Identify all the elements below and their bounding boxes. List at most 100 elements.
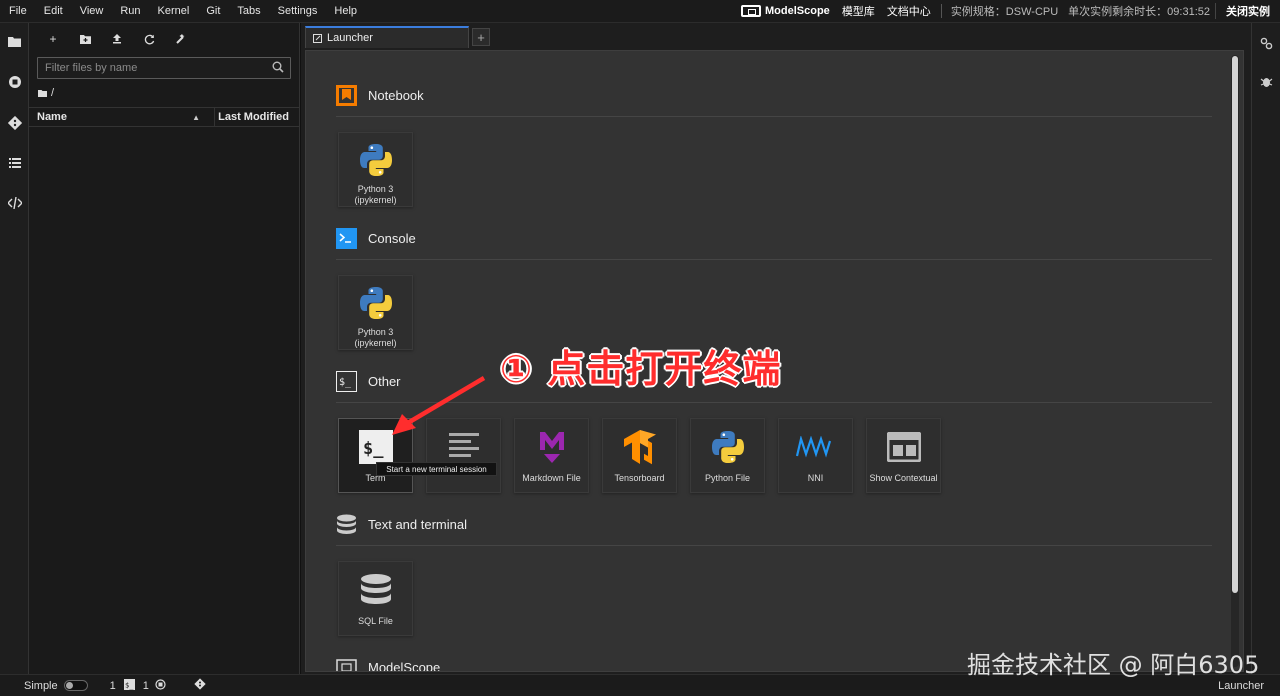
file-browser: + / Name ▲ Last Modified xyxy=(29,23,300,674)
card-show-contextual[interactable]: Show Contextual xyxy=(866,418,941,493)
annotation-arrow xyxy=(392,376,486,435)
kernel-status-icon xyxy=(155,678,166,693)
python-icon xyxy=(356,284,396,321)
card-label: Python File xyxy=(704,473,751,483)
card-label: NNI xyxy=(807,473,824,483)
menu-bar: File Edit View Run Kernel Git Tabs Setti… xyxy=(0,0,1280,23)
svg-text:$_: $_ xyxy=(125,681,134,689)
scrollbar-thumb[interactable] xyxy=(1232,56,1238,593)
name-column-header[interactable]: Name ▲ xyxy=(29,108,215,126)
file-list-header: Name ▲ Last Modified xyxy=(29,107,299,127)
card-sql-file[interactable]: SQL File xyxy=(338,561,413,636)
running-icon[interactable] xyxy=(6,73,23,90)
divider xyxy=(940,4,942,18)
remaining-time: 单次实例剩余时长：09:31:52 xyxy=(1068,6,1210,18)
python-icon xyxy=(356,141,396,178)
menu-run[interactable]: Run xyxy=(111,0,148,23)
card-label: Tensorboard xyxy=(614,473,665,483)
instance-spec: 实例规格：DSW-CPU xyxy=(950,6,1059,18)
tab-label: Launcher xyxy=(327,32,373,44)
python-icon xyxy=(708,427,748,467)
git-icon[interactable] xyxy=(6,114,23,131)
card-console-python3[interactable]: Python 3 (ipykernel) xyxy=(338,275,413,350)
terminal-status-icon: $_ xyxy=(123,678,135,693)
section-notebook: Notebook xyxy=(336,85,424,106)
menu-file[interactable]: File xyxy=(0,0,35,23)
card-notebook-python3[interactable]: Python 3 (ipykernel) xyxy=(338,132,413,207)
sort-caret-icon: ▲ xyxy=(192,113,200,122)
annotation-text: ① 点击打开终端 xyxy=(500,347,782,391)
model-hub-link[interactable]: 模型库 xyxy=(836,3,881,19)
card-tensorboard[interactable]: Tensorboard xyxy=(602,418,677,493)
terminal-tooltip: Start a new terminal session xyxy=(376,462,497,476)
file-toolbar: + xyxy=(29,29,299,49)
menu-kernel[interactable]: Kernel xyxy=(149,0,198,23)
git-clone-button[interactable] xyxy=(171,29,191,49)
menu-tabs[interactable]: Tabs xyxy=(228,0,268,23)
markdown-icon xyxy=(532,427,572,467)
card-python-file[interactable]: Python File xyxy=(690,418,765,493)
section-divider xyxy=(336,259,1212,260)
git-status-icon[interactable] xyxy=(194,678,206,693)
search-icon xyxy=(272,61,284,73)
new-folder-button[interactable] xyxy=(75,29,95,49)
plus-icon: + xyxy=(477,29,485,45)
section-title-label: Console xyxy=(368,231,416,246)
top-right-bar: ModelScope 模型库 文档中心 实例规格：DSW-CPU 单次实例剩余时… xyxy=(735,0,1280,23)
brand-name: ModelScope xyxy=(765,5,830,17)
card-label: Markdown File xyxy=(522,473,581,483)
right-sidebar xyxy=(1251,23,1280,674)
breadcrumb-root: / xyxy=(51,87,55,99)
card-label: Python 3 (ipykernel) xyxy=(354,327,397,348)
simple-mode-toggle[interactable] xyxy=(63,680,88,691)
section-text-and-terminal: Text and terminal xyxy=(336,514,467,535)
toc-icon[interactable] xyxy=(6,154,23,171)
filter-files-input[interactable] xyxy=(38,58,258,78)
menu-git[interactable]: Git xyxy=(197,0,228,23)
nni-icon xyxy=(795,427,836,467)
property-inspector-icon[interactable] xyxy=(1258,35,1275,52)
section-title-label: Notebook xyxy=(368,88,424,103)
database-icon xyxy=(336,514,357,535)
upload-button[interactable] xyxy=(107,29,127,49)
new-launcher-button[interactable]: + xyxy=(43,29,63,49)
menu-settings[interactable]: Settings xyxy=(269,0,326,23)
debugger-bug-icon[interactable] xyxy=(1258,73,1275,90)
git-clone-icon xyxy=(176,34,185,44)
modified-column-header[interactable]: Last Modified xyxy=(215,111,299,123)
docs-link[interactable]: 文档中心 xyxy=(881,3,937,19)
active-document-label: Launcher xyxy=(1218,679,1264,692)
menu-view[interactable]: View xyxy=(71,0,112,23)
tensorboard-icon xyxy=(620,427,660,467)
close-instance-button[interactable]: 关闭实例 xyxy=(1215,3,1280,19)
breadcrumb[interactable]: / xyxy=(38,87,54,99)
tab-bar: Launcher + xyxy=(305,26,490,48)
modelscope-logo[interactable]: ModelScope xyxy=(735,5,836,17)
menu-help[interactable]: Help xyxy=(325,0,365,23)
card-nni[interactable]: NNI xyxy=(778,418,853,493)
card-label: SQL File xyxy=(358,616,393,626)
left-activity-bar xyxy=(0,23,29,674)
svg-text:$_: $_ xyxy=(339,377,352,388)
upload-icon xyxy=(113,34,121,44)
terminal-section-icon: $_ xyxy=(336,371,357,392)
section-console: Console xyxy=(336,228,416,249)
simple-mode-label: Simple xyxy=(24,679,58,692)
new-tab-button[interactable]: + xyxy=(472,28,490,46)
card-markdown-file[interactable]: Markdown File xyxy=(514,418,589,493)
section-divider xyxy=(336,545,1212,546)
watermark: 掘金技术社区 @ 阿白6305 xyxy=(967,651,1260,679)
code-icon[interactable] xyxy=(6,194,23,211)
terminal-count: 1 xyxy=(109,679,116,692)
kernel-count: 1 xyxy=(142,679,149,692)
new-folder-icon xyxy=(79,34,91,44)
card-label: Python 3 (ipykernel) xyxy=(354,184,397,205)
menu-edit[interactable]: Edit xyxy=(35,0,71,23)
folder-icon[interactable] xyxy=(6,33,23,50)
console-icon xyxy=(336,228,357,249)
tab-launcher[interactable]: Launcher xyxy=(305,26,469,48)
refresh-icon xyxy=(144,34,154,44)
folder-icon xyxy=(38,89,47,97)
filter-box xyxy=(37,57,291,79)
refresh-button[interactable] xyxy=(139,29,159,49)
